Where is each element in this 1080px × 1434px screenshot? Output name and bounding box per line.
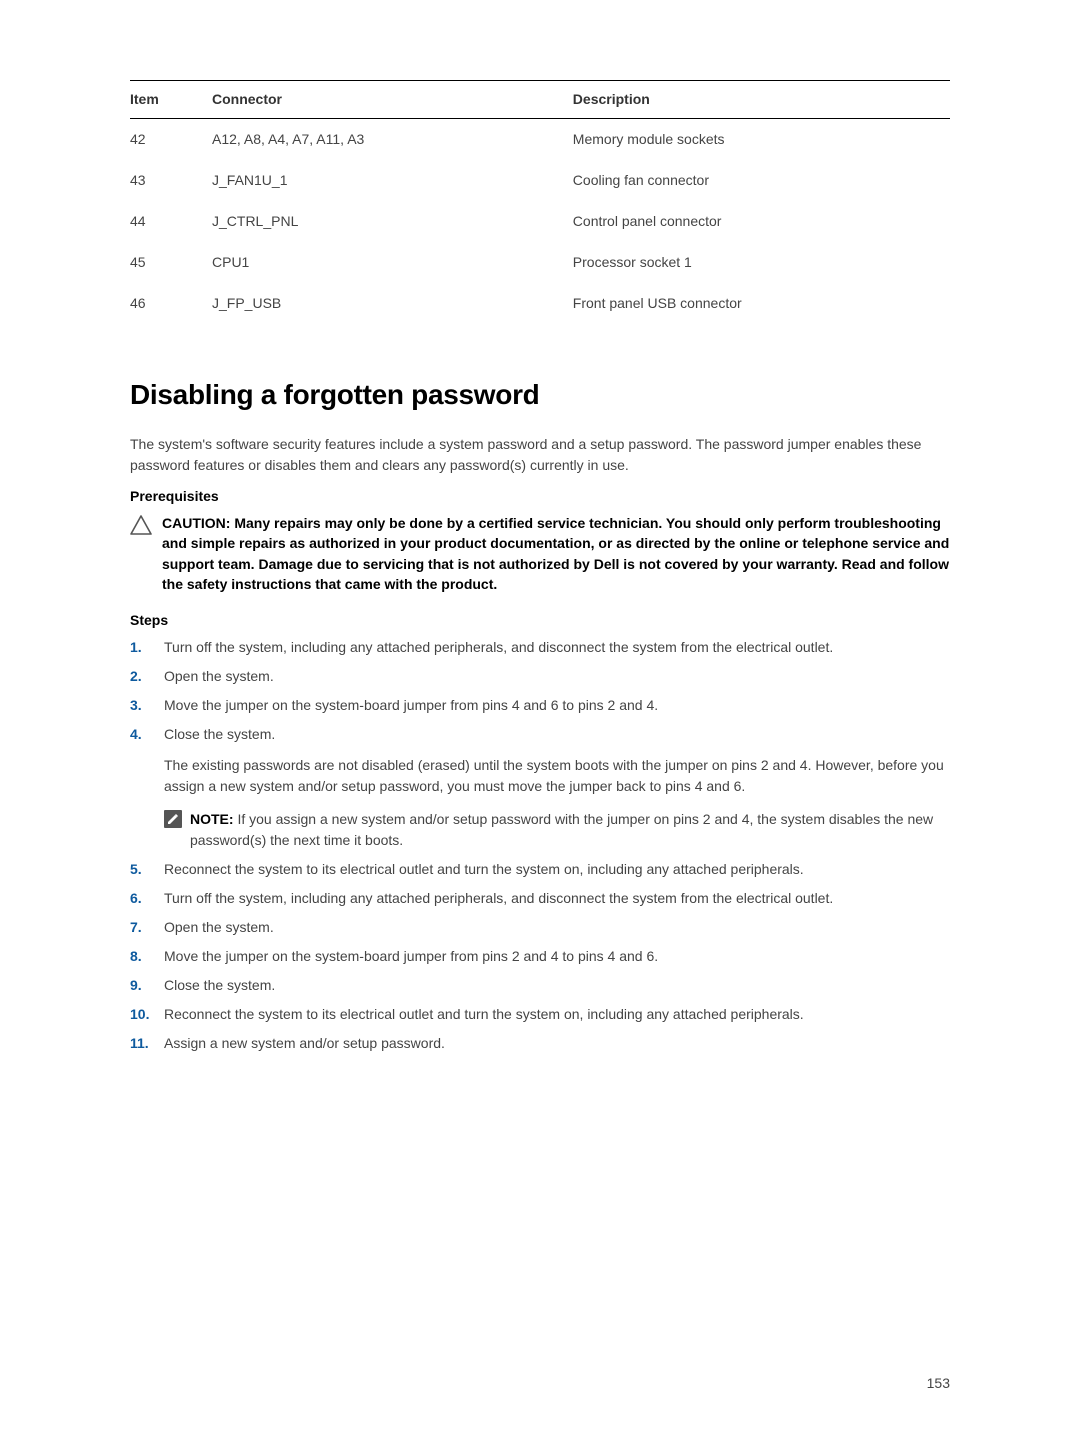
intro-paragraph: The system's software security features … <box>130 434 950 476</box>
note-pencil-icon <box>164 810 182 834</box>
note-label: NOTE: <box>190 811 234 827</box>
step-text: Close the system. <box>164 977 275 993</box>
step-number: 9. <box>130 975 142 996</box>
table-row: 42 A12, A8, A4, A7, A11, A3 Memory modul… <box>130 119 950 161</box>
list-item: 10. Reconnect the system to its electric… <box>130 1004 950 1025</box>
list-item: 1. Turn off the system, including any at… <box>130 637 950 658</box>
cell-description: Memory module sockets <box>573 119 950 161</box>
step-number: 6. <box>130 888 142 909</box>
table-row: 43 J_FAN1U_1 Cooling fan connector <box>130 160 950 201</box>
step-number: 7. <box>130 917 142 938</box>
step-number: 11. <box>130 1033 149 1054</box>
list-item: 3. Move the jumper on the system-board j… <box>130 695 950 716</box>
cell-description: Cooling fan connector <box>573 160 950 201</box>
cell-connector: J_FP_USB <box>212 283 573 324</box>
note-block: NOTE: If you assign a new system and/or … <box>164 809 950 851</box>
cell-connector: J_FAN1U_1 <box>212 160 573 201</box>
list-item: 5. Reconnect the system to its electrica… <box>130 859 950 880</box>
table-row: 44 J_CTRL_PNL Control panel connector <box>130 201 950 242</box>
cell-connector: A12, A8, A4, A7, A11, A3 <box>212 119 573 161</box>
table-header-item: Item <box>130 81 212 119</box>
caution-block: CAUTION: Many repairs may only be done b… <box>130 513 950 594</box>
steps-heading: Steps <box>130 610 950 631</box>
table-row: 46 J_FP_USB Front panel USB connector <box>130 283 950 324</box>
page-number: 153 <box>927 1373 950 1394</box>
list-item: 7. Open the system. <box>130 917 950 938</box>
step-text: Reconnect the system to its electrical o… <box>164 861 804 877</box>
step-text: Turn off the system, including any attac… <box>164 890 833 906</box>
connector-table: Item Connector Description 42 A12, A8, A… <box>130 80 950 324</box>
caution-triangle-icon <box>130 515 152 541</box>
cell-connector: CPU1 <box>212 242 573 283</box>
steps-list: 1. Turn off the system, including any at… <box>130 637 950 1054</box>
note-text: NOTE: If you assign a new system and/or … <box>190 809 950 851</box>
step-text: Assign a new system and/or setup passwor… <box>164 1035 445 1051</box>
step-text: Open the system. <box>164 668 274 684</box>
step-number: 1. <box>130 637 142 658</box>
cell-description: Control panel connector <box>573 201 950 242</box>
cell-item: 45 <box>130 242 212 283</box>
cell-connector: J_CTRL_PNL <box>212 201 573 242</box>
section-heading: Disabling a forgotten password <box>130 374 950 416</box>
step-number: 2. <box>130 666 142 687</box>
table-header-connector: Connector <box>212 81 573 119</box>
list-item: 11. Assign a new system and/or setup pas… <box>130 1033 950 1054</box>
step-text: Move the jumper on the system-board jump… <box>164 697 658 713</box>
step-number: 4. <box>130 724 142 745</box>
note-content: If you assign a new system and/or setup … <box>190 811 933 848</box>
list-item: 9. Close the system. <box>130 975 950 996</box>
step-number: 5. <box>130 859 142 880</box>
table-header-description: Description <box>573 81 950 119</box>
cell-item: 43 <box>130 160 212 201</box>
cell-item: 44 <box>130 201 212 242</box>
cell-description: Processor socket 1 <box>573 242 950 283</box>
step-extra-text: The existing passwords are not disabled … <box>164 755 950 797</box>
step-text: Close the system. <box>164 726 275 742</box>
step-text: Move the jumper on the system-board jump… <box>164 948 658 964</box>
step-number: 10. <box>130 1004 149 1025</box>
step-number: 3. <box>130 695 142 716</box>
cell-item: 46 <box>130 283 212 324</box>
step-text: Turn off the system, including any attac… <box>164 639 833 655</box>
cell-item: 42 <box>130 119 212 161</box>
list-item: 2. Open the system. <box>130 666 950 687</box>
step-text: Open the system. <box>164 919 274 935</box>
list-item: 4. Close the system. The existing passwo… <box>130 724 950 851</box>
list-item: 6. Turn off the system, including any at… <box>130 888 950 909</box>
prerequisites-heading: Prerequisites <box>130 486 950 507</box>
step-number: 8. <box>130 946 142 967</box>
list-item: 8. Move the jumper on the system-board j… <box>130 946 950 967</box>
step-text: Reconnect the system to its electrical o… <box>164 1006 804 1022</box>
table-row: 45 CPU1 Processor socket 1 <box>130 242 950 283</box>
caution-text: CAUTION: Many repairs may only be done b… <box>162 513 950 594</box>
cell-description: Front panel USB connector <box>573 283 950 324</box>
